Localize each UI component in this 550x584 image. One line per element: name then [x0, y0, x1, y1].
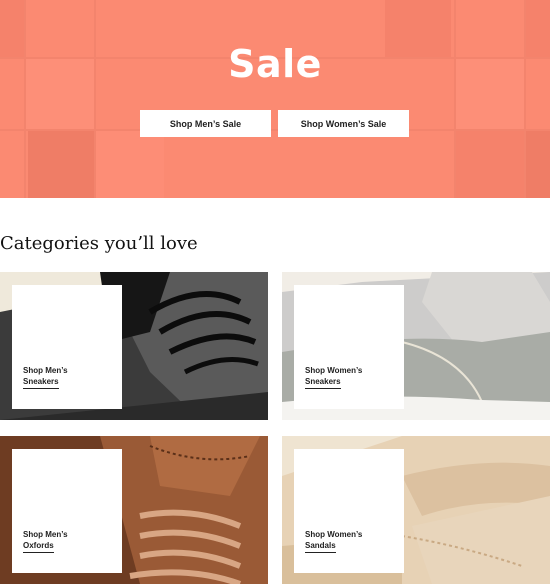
hero-grid-line [24, 0, 26, 198]
category-label: Shop Men’s Oxfords [23, 529, 68, 553]
category-label: Shop Men’s Sneakers [23, 365, 68, 389]
category-label-line1: Shop Men’s [23, 530, 68, 539]
category-card-womens-sneakers[interactable]: Shop Women’s Sneakers [282, 272, 550, 420]
category-label-box: Shop Men’s Sneakers [12, 285, 122, 409]
category-card-womens-sandals[interactable]: Shop Women’s Sandals [282, 436, 550, 584]
category-card-mens-sneakers[interactable]: Shop Men’s Sneakers [0, 272, 268, 420]
category-card-mens-oxfords[interactable]: Shop Men’s Oxfords [0, 436, 268, 584]
categories-heading: Categories you’ll love [0, 233, 198, 254]
category-label-line1: Shop Women’s [305, 530, 363, 539]
category-label-line2: Sneakers [305, 376, 341, 389]
category-label-line2: Sandals [305, 540, 336, 553]
shop-mens-sale-button[interactable]: Shop Men’s Sale [140, 110, 271, 137]
hero-grid-line [524, 0, 526, 198]
category-label: Shop Women’s Sandals [305, 529, 362, 553]
sale-title: Sale [228, 42, 322, 86]
shop-womens-sale-button[interactable]: Shop Women’s Sale [278, 110, 409, 137]
hero-grid-line [0, 129, 550, 131]
hero-pattern-tile [28, 130, 94, 198]
sale-hero-banner: Sale Shop Men’s Sale Shop Women’s Sale [0, 0, 550, 198]
category-label-line1: Shop Men’s [23, 366, 68, 375]
hero-pattern-tile [96, 130, 164, 198]
category-label-line2: Sneakers [23, 376, 59, 389]
hero-grid-line [454, 0, 456, 198]
category-label: Shop Women’s Sneakers [305, 365, 362, 389]
category-label-box: Shop Women’s Sandals [294, 449, 404, 573]
category-label-line1: Shop Women’s [305, 366, 363, 375]
category-label-line2: Oxfords [23, 540, 54, 553]
hero-pattern-tile [525, 130, 550, 198]
hero-grid-line [94, 0, 96, 198]
category-label-box: Shop Men’s Oxfords [12, 449, 122, 573]
hero-pattern-tile [455, 130, 525, 198]
category-label-box: Shop Women’s Sneakers [294, 285, 404, 409]
